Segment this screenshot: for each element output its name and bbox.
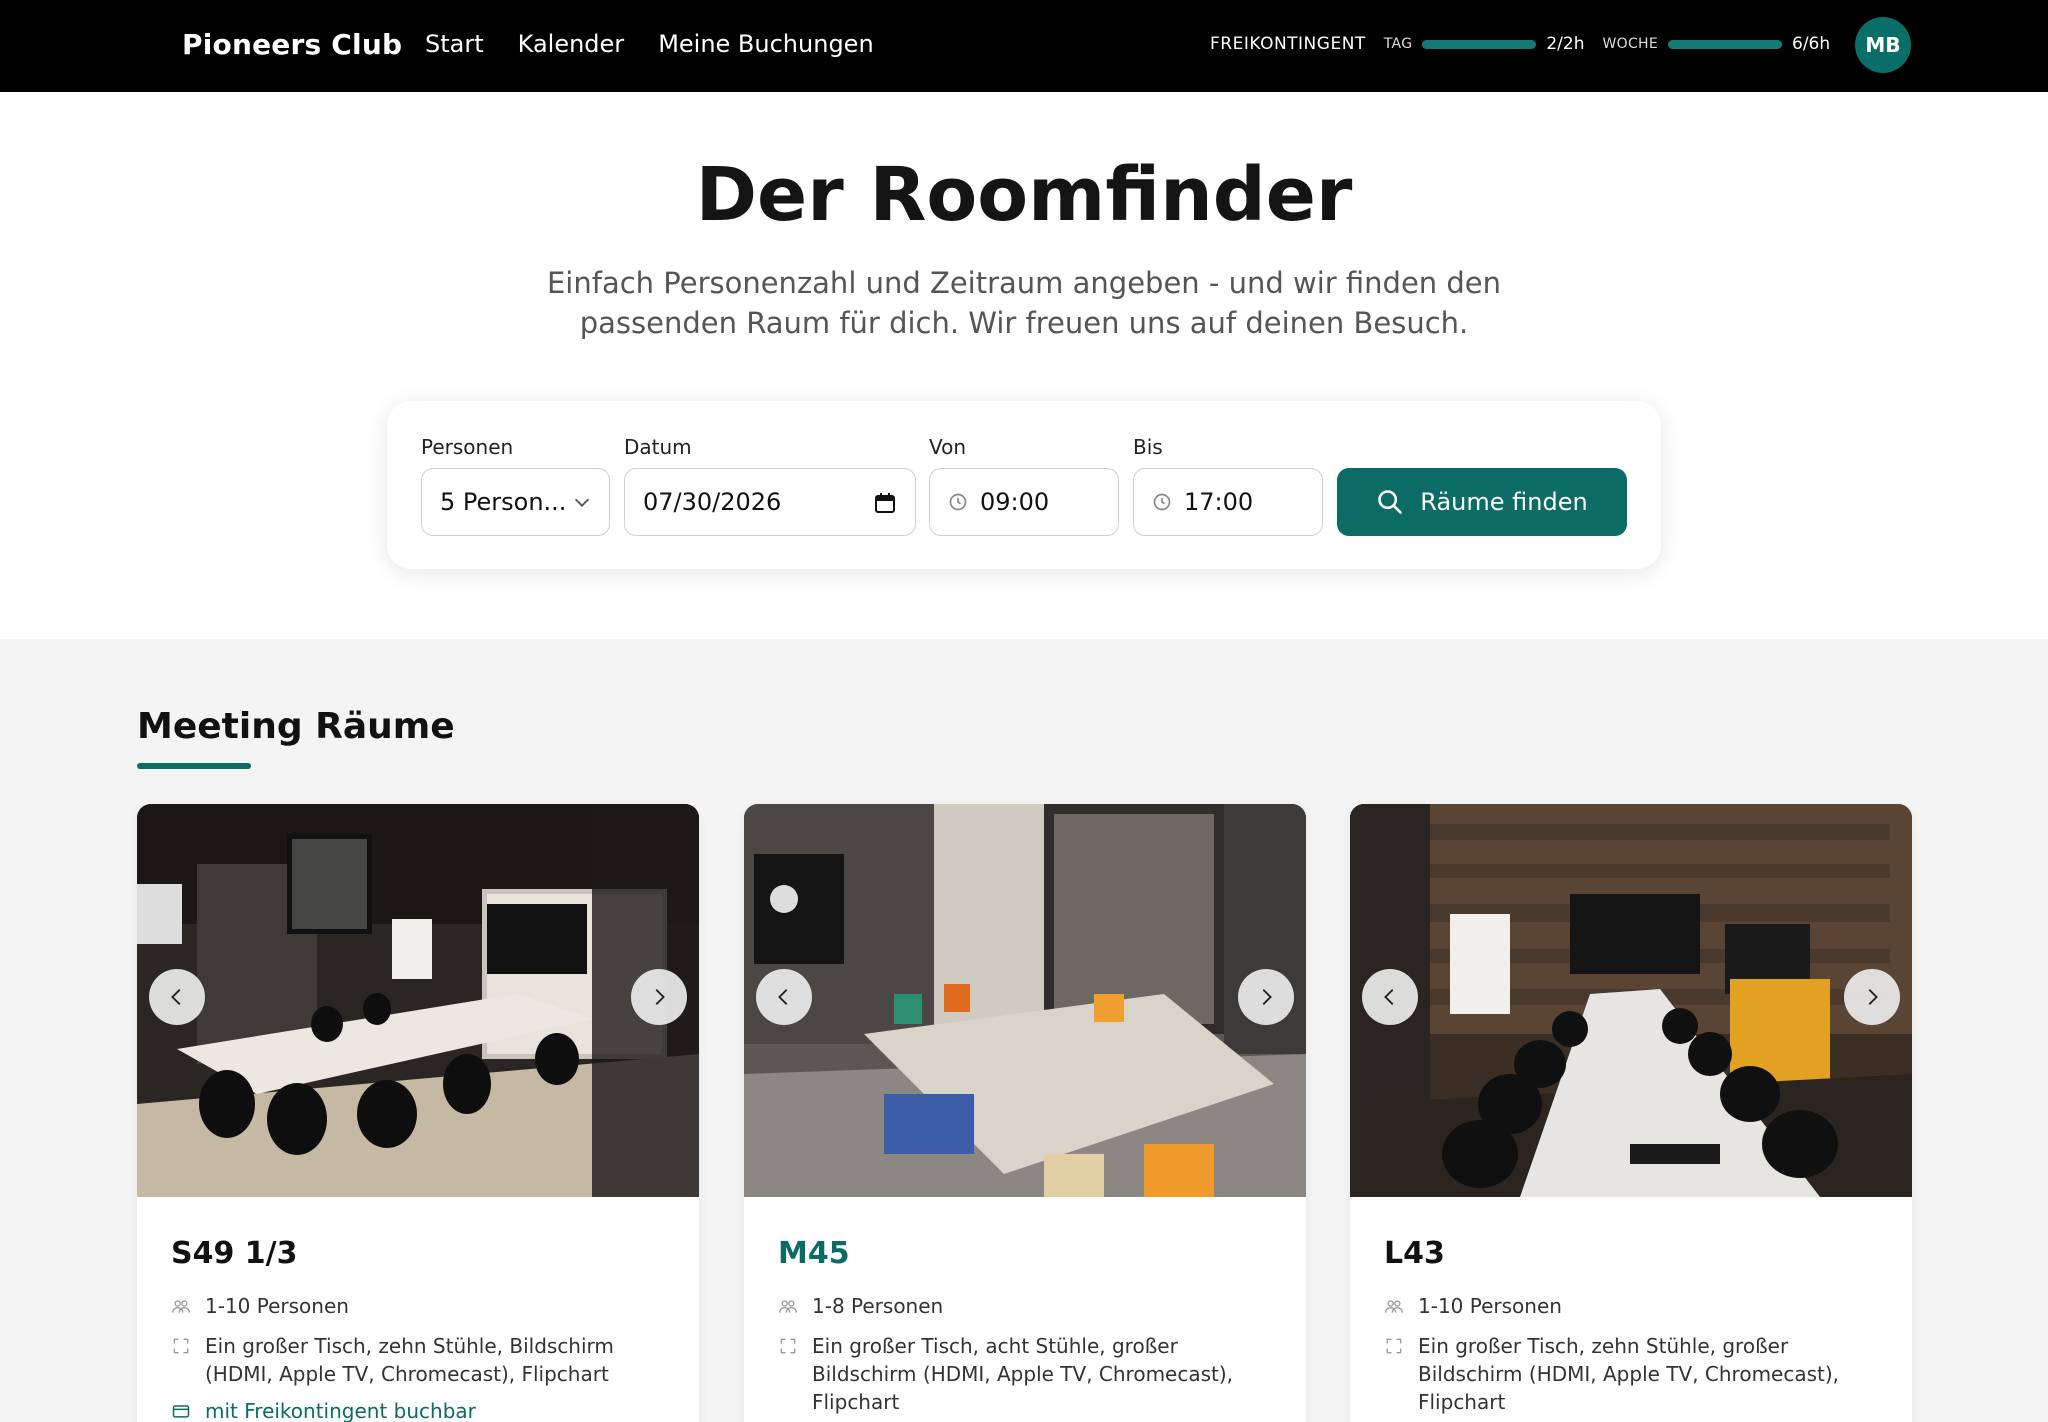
- room-capacity-text: 1-8 Personen: [812, 1294, 944, 1318]
- persons-select[interactable]: 5 Person...: [421, 468, 610, 536]
- room-capacity-text: 1-10 Personen: [1418, 1294, 1562, 1318]
- find-rooms-button[interactable]: Räume finden: [1337, 468, 1627, 536]
- to-time-value: 17:00: [1184, 488, 1254, 516]
- room-equipment: Ein großer Tisch, acht Stühle, großer Bi…: [778, 1332, 1278, 1416]
- clock-icon: [949, 493, 967, 511]
- room-equipment-text: Ein großer Tisch, acht Stühle, großer Bi…: [812, 1334, 1234, 1414]
- page-title: Der Roomfinder: [695, 152, 1353, 238]
- persons-label: Personen: [421, 435, 514, 459]
- people-icon: [1385, 1300, 1403, 1313]
- room-equipment: Ein großer Tisch, zehn Stühle, Bildschir…: [171, 1332, 671, 1388]
- quota-indicator: FREIKONTINGENT TAG 2/2h WOCHE 6/6h: [1210, 34, 1848, 54]
- quota-week-bar: [1668, 39, 1782, 49]
- top-navigation-bar: Pioneers Club Start Kalender Meine Buchu…: [0, 0, 2048, 92]
- chevron-down-icon: [574, 498, 590, 507]
- nav-meine-buchungen[interactable]: Meine Buchungen: [658, 30, 873, 58]
- room-card-m45[interactable]: M45 1-8 Personen Ein großer Tisch, acht …: [744, 804, 1306, 1422]
- quota-week-label: WOCHE: [1602, 36, 1658, 52]
- photo-next-button[interactable]: [631, 969, 687, 1025]
- photo-next-button[interactable]: [1844, 969, 1900, 1025]
- date-value: 07/30/2026: [643, 488, 782, 516]
- room-capacity-text: 1-10 Personen: [205, 1294, 349, 1318]
- chevron-left-icon: [171, 989, 181, 1005]
- to-label: Bis: [1133, 435, 1163, 459]
- find-rooms-label: Räume finden: [1420, 488, 1588, 516]
- chevron-left-icon: [1384, 989, 1394, 1005]
- clock-icon: [1153, 493, 1171, 511]
- room-quota-note: mit Freikontingent buchbar: [171, 1397, 671, 1422]
- expand-icon: [780, 1338, 796, 1354]
- date-label: Datum: [624, 435, 692, 459]
- room-equipment-text: Ein großer Tisch, zehn Stühle, großer Bi…: [1418, 1334, 1840, 1414]
- people-icon: [172, 1300, 190, 1313]
- room-capacity: 1-8 Personen: [778, 1292, 1278, 1320]
- nav-kalender[interactable]: Kalender: [518, 30, 625, 58]
- room-capacity: 1-10 Personen: [1384, 1292, 1884, 1320]
- room-equipment-text: Ein großer Tisch, zehn Stühle, Bildschir…: [205, 1334, 614, 1386]
- room-card-l43[interactable]: L43 1-10 Personen Ein großer Tisch, zehn…: [1350, 804, 1912, 1422]
- quota-day-fill: [1422, 39, 1537, 49]
- from-time-value: 09:00: [980, 488, 1050, 516]
- room-card-s49[interactable]: S49 1/3 1-10 Personen Ein großer Tisch, …: [137, 804, 699, 1422]
- people-icon: [779, 1300, 797, 1313]
- main-nav: Start Kalender Meine Buchungen: [425, 30, 874, 58]
- quota-day-value: 2/2h: [1546, 34, 1585, 54]
- photo-prev-button[interactable]: [756, 969, 812, 1025]
- chevron-right-icon: [1262, 989, 1272, 1005]
- section-title: Meeting Räume: [137, 706, 455, 747]
- room-name[interactable]: L43: [1384, 1236, 1445, 1271]
- page-subtitle: Einfach Personenzahl und Zeitraum angebe…: [524, 263, 1524, 343]
- subtitle-line-2: passenden Raum für dich. Wir freuen uns …: [579, 306, 1469, 340]
- card-icon: [172, 1405, 190, 1418]
- room-name[interactable]: M45: [778, 1236, 850, 1271]
- search-icon: [1378, 490, 1403, 514]
- room-photo: [1350, 804, 1912, 1197]
- chevron-left-icon: [778, 989, 788, 1005]
- room-photo: [744, 804, 1306, 1197]
- user-avatar[interactable]: MB: [1855, 17, 1911, 73]
- calendar-icon[interactable]: [873, 491, 897, 515]
- persons-value: 5 Person...: [440, 488, 567, 516]
- from-time-input[interactable]: 09:00: [929, 468, 1119, 536]
- to-time-input[interactable]: 17:00: [1133, 468, 1323, 536]
- chevron-right-icon: [1868, 989, 1878, 1005]
- photo-next-button[interactable]: [1238, 969, 1294, 1025]
- subtitle-line-1: Einfach Personenzahl und Zeitraum angebe…: [546, 266, 1502, 300]
- chevron-right-icon: [655, 989, 665, 1005]
- section-underline: [137, 763, 251, 769]
- expand-icon: [173, 1338, 189, 1354]
- quota-day-label: TAG: [1383, 36, 1413, 52]
- expand-icon: [1386, 1338, 1402, 1354]
- photo-prev-button[interactable]: [149, 969, 205, 1025]
- room-capacity: 1-10 Personen: [171, 1292, 671, 1320]
- brand-logo[interactable]: Pioneers Club: [182, 28, 402, 61]
- room-photo: [137, 804, 699, 1197]
- quota-week-fill: [1668, 39, 1782, 49]
- quota-label: FREIKONTINGENT: [1210, 34, 1366, 54]
- nav-start[interactable]: Start: [425, 30, 484, 58]
- room-name[interactable]: S49 1/3: [171, 1236, 298, 1271]
- quota-week-value: 6/6h: [1792, 34, 1831, 54]
- photo-prev-button[interactable]: [1362, 969, 1418, 1025]
- room-quota-text: mit Freikontingent buchbar: [205, 1399, 476, 1422]
- quota-day-bar: [1422, 39, 1537, 49]
- date-input[interactable]: 07/30/2026: [624, 468, 916, 536]
- room-equipment: Ein großer Tisch, zehn Stühle, großer Bi…: [1384, 1332, 1884, 1416]
- from-label: Von: [929, 435, 967, 459]
